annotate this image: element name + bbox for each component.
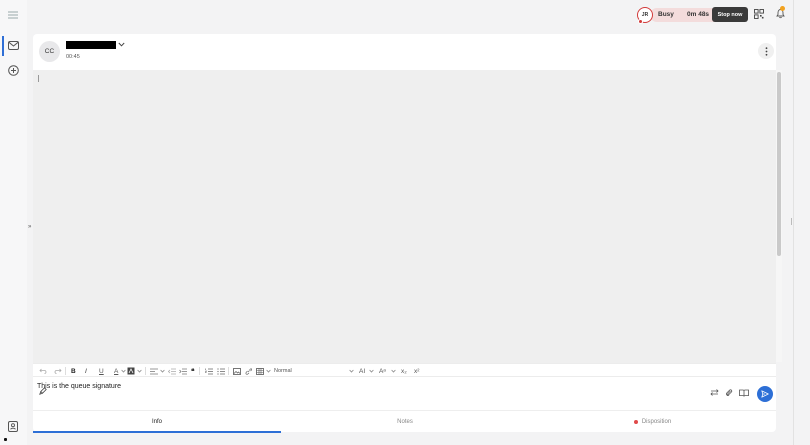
left-rail xyxy=(0,0,27,445)
tab-info[interactable]: Info xyxy=(33,411,281,433)
message-editor[interactable]: ••• This is the queue signature xyxy=(33,70,776,390)
paint-brush-icon[interactable] xyxy=(39,387,47,395)
align-icon[interactable] xyxy=(150,366,158,376)
redo-icon[interactable] xyxy=(54,366,62,376)
menu-icon[interactable] xyxy=(8,11,18,19)
underline-button[interactable]: U xyxy=(99,366,104,376)
link-icon[interactable] xyxy=(245,366,252,376)
stop-now-button[interactable]: Stop now xyxy=(712,7,748,22)
quote-button[interactable]: ❝ xyxy=(191,366,195,376)
image-icon[interactable] xyxy=(233,366,241,376)
font-size-select[interactable]: Normal xyxy=(274,366,292,376)
active-tab-indicator xyxy=(33,431,281,433)
more-vertical-icon[interactable] xyxy=(758,43,774,59)
highlight-icon[interactable] xyxy=(127,366,135,376)
text-cursor xyxy=(38,75,39,82)
indent-icon[interactable] xyxy=(179,366,187,376)
bullet-list-icon[interactable] xyxy=(217,366,225,376)
chevron-down-icon[interactable] xyxy=(137,366,142,376)
panel-tabs: Info Notes Disposition xyxy=(33,410,776,433)
chevron-down-icon[interactable] xyxy=(121,366,126,376)
conversation-header: CC 00:45 xyxy=(33,34,776,70)
resize-handle[interactable] xyxy=(791,218,792,225)
scrollbar-thumb[interactable] xyxy=(777,72,781,256)
tab-label: Info xyxy=(151,419,162,425)
text-color-button[interactable]: A xyxy=(114,366,118,376)
sidebar-item-mail[interactable] xyxy=(0,36,27,56)
expand-panel-toggle[interactable]: » xyxy=(28,224,31,230)
toolbar-divider xyxy=(145,367,146,375)
chevron-down-icon[interactable] xyxy=(369,366,374,376)
formatting-toolbar: B I U A ❝ Normal AI Aᵃ x₂ x² xyxy=(33,363,776,377)
status-dot xyxy=(638,19,643,24)
panel-divider xyxy=(793,0,794,445)
chevron-down-icon[interactable] xyxy=(391,366,396,376)
add-circle-icon[interactable] xyxy=(8,65,19,76)
toolbar-divider xyxy=(228,367,229,375)
redacted-contact-name xyxy=(66,41,116,49)
tab-disposition[interactable]: Disposition xyxy=(529,411,776,433)
chevron-down-icon[interactable] xyxy=(266,366,271,376)
chevron-down-icon[interactable] xyxy=(349,366,354,376)
status-label: Busy xyxy=(658,11,674,18)
chevron-down-icon[interactable] xyxy=(160,366,165,376)
send-button[interactable] xyxy=(757,386,773,402)
text-size-button[interactable]: Aᵃ xyxy=(379,366,386,376)
tab-label: Notes xyxy=(397,419,413,425)
rail-dot xyxy=(4,438,7,441)
tab-notes[interactable]: Notes xyxy=(281,411,529,433)
swap-icon[interactable] xyxy=(710,389,719,396)
book-icon[interactable] xyxy=(739,389,749,397)
call-timer: 00:45 xyxy=(66,54,80,60)
chevron-down-icon[interactable] xyxy=(118,42,125,47)
toolbar-divider xyxy=(199,367,200,375)
bell-icon[interactable] xyxy=(775,6,786,19)
numbered-list-icon[interactable] xyxy=(205,366,213,376)
table-icon[interactable] xyxy=(256,366,264,376)
mail-icon xyxy=(8,41,19,50)
active-indicator xyxy=(2,36,4,56)
toolbar-divider xyxy=(65,367,66,375)
contact-avatar: CC xyxy=(39,41,60,62)
contact-icon[interactable] xyxy=(8,421,18,432)
user-avatar: JR xyxy=(637,7,653,24)
user-initials: JR xyxy=(641,12,649,18)
tab-label: Disposition xyxy=(641,419,672,425)
attach-icon[interactable] xyxy=(725,388,733,397)
compose-actions xyxy=(33,382,776,408)
bold-button[interactable]: B xyxy=(71,366,76,376)
notification-dot xyxy=(780,6,785,11)
superscript-button[interactable]: x² xyxy=(414,366,419,376)
subscript-button[interactable]: x₂ xyxy=(401,366,407,376)
status-timer: 0m 48s xyxy=(687,11,710,18)
conversation-card: CC 00:45 ••• This is the queue signature… xyxy=(33,34,776,433)
italic-button[interactable]: I xyxy=(85,366,87,376)
ai-assist-button[interactable]: AI xyxy=(359,366,365,376)
top-bar: JR Busy 0m 48s Stop now xyxy=(27,0,793,32)
qr-code-icon[interactable] xyxy=(754,9,764,19)
undo-icon[interactable] xyxy=(39,366,47,376)
required-dot xyxy=(633,420,638,424)
outdent-icon[interactable] xyxy=(168,366,176,376)
send-icon xyxy=(761,390,769,398)
